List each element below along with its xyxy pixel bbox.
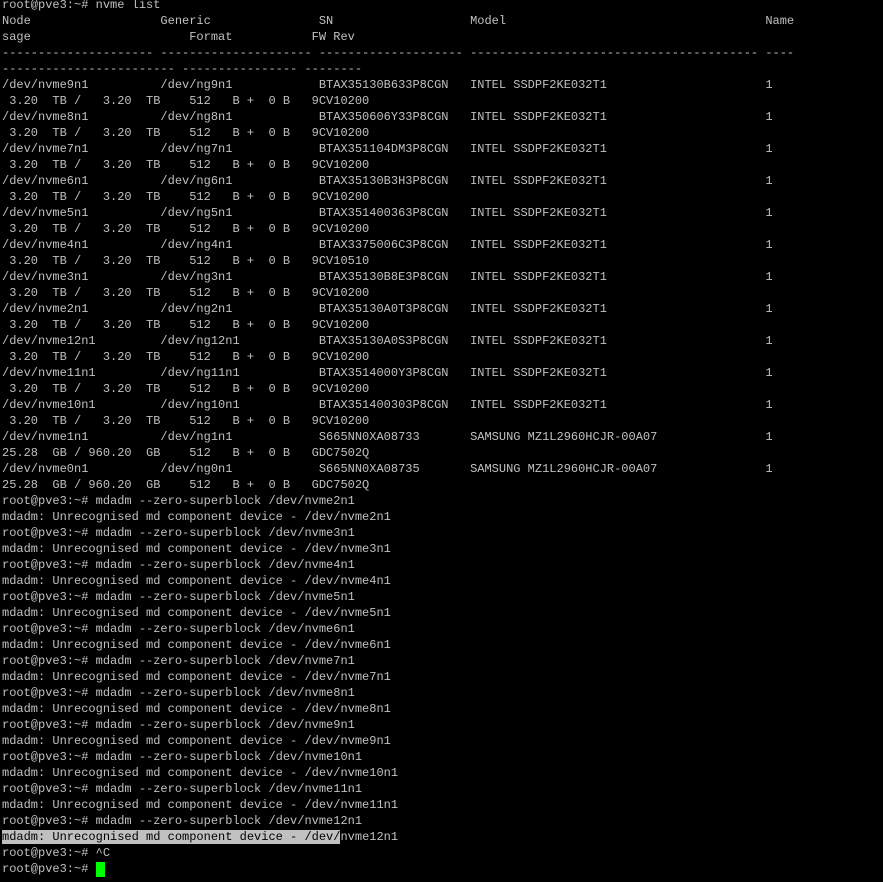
terminal-line: 25.28 GB / 960.20 GB 512 B + 0 B GDC7502… bbox=[2, 478, 370, 492]
terminal-line: 3.20 TB / 3.20 TB 512 B + 0 B 9CV10200 bbox=[2, 190, 370, 204]
terminal-line: mdadm: Unrecognised md component device … bbox=[2, 542, 391, 556]
terminal-line: 3.20 TB / 3.20 TB 512 B + 0 B 9CV10200 bbox=[2, 126, 370, 140]
terminal-line: 3.20 TB / 3.20 TB 512 B + 0 B 9CV10510 bbox=[2, 254, 370, 268]
terminal-line: root@pve3:~# mdadm --zero-superblock /de… bbox=[2, 686, 355, 700]
terminal-line: mdadm: Unrecognised md component device … bbox=[2, 606, 391, 620]
terminal-line: root@pve3:~# mdadm --zero-superblock /de… bbox=[2, 622, 355, 636]
selected-text[interactable]: mdadm: Unrecognised md component device … bbox=[2, 830, 341, 844]
terminal-line: root@pve3:~# mdadm --zero-superblock /de… bbox=[2, 814, 363, 828]
terminal-line: /dev/nvme4n1 /dev/ng4n1 BTAX3375006C3P8C… bbox=[2, 238, 773, 252]
terminal-cursor bbox=[95, 862, 105, 877]
terminal-line: mdadm: Unrecognised md component device … bbox=[2, 702, 391, 716]
terminal-line: mdadm: Unrecognised md component device … bbox=[2, 766, 399, 780]
terminal-line: /dev/nvme3n1 /dev/ng3n1 BTAX35130B8E3P8C… bbox=[2, 270, 773, 284]
selected-line-rest: nvme12n1 bbox=[340, 830, 399, 844]
terminal-selected-line[interactable]: mdadm: Unrecognised md component device … bbox=[2, 829, 398, 845]
terminal-line: 3.20 TB / 3.20 TB 512 B + 0 B 9CV10200 bbox=[2, 382, 370, 396]
terminal-line: 3.20 TB / 3.20 TB 512 B + 0 B 9CV10200 bbox=[2, 94, 370, 108]
terminal-line: 3.20 TB / 3.20 TB 512 B + 0 B 9CV10200 bbox=[2, 286, 370, 300]
terminal-line: 3.20 TB / 3.20 TB 512 B + 0 B 9CV10200 bbox=[2, 158, 370, 172]
terminal-line: root@pve3:~# mdadm --zero-superblock /de… bbox=[2, 558, 355, 572]
terminal-line: /dev/nvme10n1 /dev/ng10n1 BTAX351400303P… bbox=[2, 398, 773, 412]
terminal-line: 3.20 TB / 3.20 TB 512 B + 0 B 9CV10200 bbox=[2, 222, 370, 236]
terminal-line: --------------------- ------------------… bbox=[2, 46, 795, 60]
terminal-line: 3.20 TB / 3.20 TB 512 B + 0 B 9CV10200 bbox=[2, 318, 370, 332]
terminal-line: /dev/nvme1n1 /dev/ng1n1 S665NN0XA08733 S… bbox=[2, 430, 773, 444]
terminal-line: mdadm: Unrecognised md component device … bbox=[2, 670, 391, 684]
terminal-line: mdadm: Unrecognised md component device … bbox=[2, 574, 391, 588]
terminal-line: mdadm: Unrecognised md component device … bbox=[2, 510, 391, 524]
terminal-line: Node Generic SN Model Name bbox=[2, 14, 795, 28]
terminal-line: 25.28 GB / 960.20 GB 512 B + 0 B GDC7502… bbox=[2, 446, 370, 460]
terminal-line: mdadm: Unrecognised md component device … bbox=[2, 638, 391, 652]
terminal-line: /dev/nvme11n1 /dev/ng11n1 BTAX3514000Y3P… bbox=[2, 366, 773, 380]
terminal-line: /dev/nvme2n1 /dev/ng2n1 BTAX35130A0T3P8C… bbox=[2, 302, 773, 316]
terminal-line: root@pve3:~# mdadm --zero-superblock /de… bbox=[2, 590, 355, 604]
terminal-line: root@pve3:~# nvme list bbox=[2, 0, 161, 12]
terminal-line: root@pve3:~# mdadm --zero-superblock /de… bbox=[2, 654, 355, 668]
terminal-line: root@pve3:~# mdadm --zero-superblock /de… bbox=[2, 718, 355, 732]
terminal-line: /dev/nvme0n1 /dev/ng0n1 S665NN0XA08735 S… bbox=[2, 462, 773, 476]
terminal-line: root@pve3:~# mdadm --zero-superblock /de… bbox=[2, 494, 355, 508]
terminal-line: /dev/nvme6n1 /dev/ng6n1 BTAX35130B3H3P8C… bbox=[2, 174, 773, 188]
terminal-line: /dev/nvme8n1 /dev/ng8n1 BTAX350606Y33P8C… bbox=[2, 110, 773, 124]
terminal-line: ------------------------ ---------------… bbox=[2, 62, 363, 76]
terminal-line: sage Format FW Rev bbox=[2, 30, 355, 44]
terminal-line: root@pve3:~# mdadm --zero-superblock /de… bbox=[2, 782, 363, 796]
terminal-line: /dev/nvme9n1 /dev/ng9n1 BTAX35130B633P8C… bbox=[2, 78, 773, 92]
terminal-line: 3.20 TB / 3.20 TB 512 B + 0 B 9CV10200 bbox=[2, 414, 370, 428]
terminal-line: /dev/nvme5n1 /dev/ng5n1 BTAX351400363P8C… bbox=[2, 206, 773, 220]
terminal-line: root@pve3:~# mdadm --zero-superblock /de… bbox=[2, 526, 355, 540]
terminal-line: mdadm: Unrecognised md component device … bbox=[2, 734, 391, 748]
terminal-interrupt-line: root@pve3:~# ^C bbox=[2, 846, 111, 860]
terminal-line: root@pve3:~# mdadm --zero-superblock /de… bbox=[2, 750, 363, 764]
terminal-line: 3.20 TB / 3.20 TB 512 B + 0 B 9CV10200 bbox=[2, 350, 370, 364]
terminal-line: /dev/nvme12n1 /dev/ng12n1 BTAX35130A0S3P… bbox=[2, 334, 773, 348]
terminal-window[interactable]: root@pve3:~# nvme list Node Generic SN Mo… bbox=[0, 0, 883, 882]
terminal-line: /dev/nvme7n1 /dev/ng7n1 BTAX351104DM3P8C… bbox=[2, 142, 773, 156]
terminal-line: mdadm: Unrecognised md component device … bbox=[2, 798, 399, 812]
terminal-prompt-line: root@pve3:~# bbox=[2, 862, 96, 876]
